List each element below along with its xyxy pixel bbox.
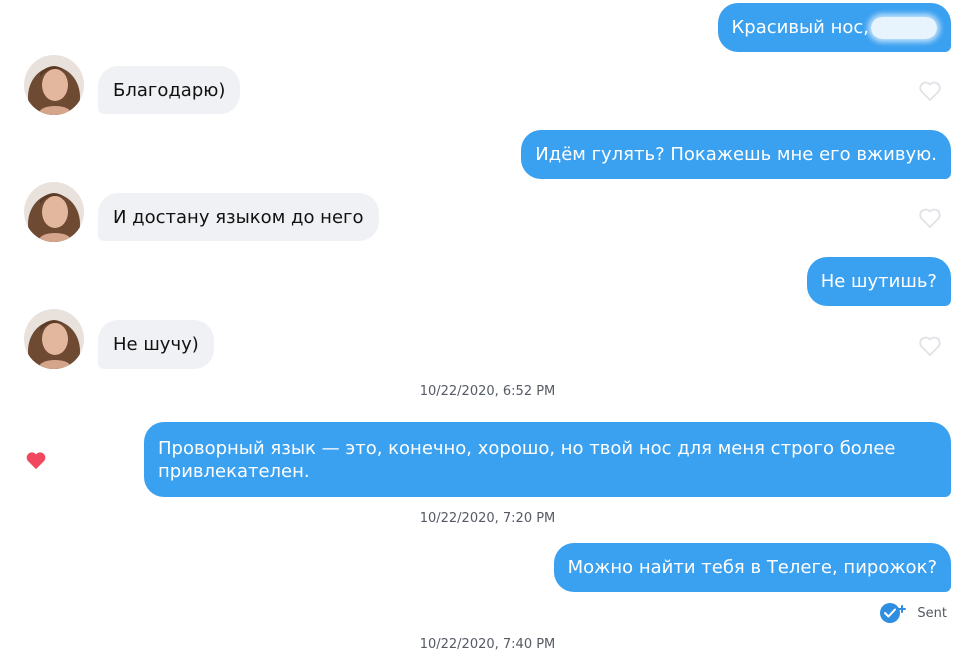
redacted-name <box>871 16 937 39</box>
avatar[interactable] <box>24 55 84 115</box>
timestamp: 10/22/2020, 7:40 PM <box>419 637 556 652</box>
message-text: И достану языком до него <box>113 206 364 228</box>
message-text: Красивый нос, <box>731 17 869 38</box>
double-check-icon <box>880 603 907 623</box>
message-outgoing[interactable]: Проворный язык — это, конечно, хорошо, н… <box>144 422 951 497</box>
message-text: Идём гулять? Покажешь мне его вживую. <box>535 144 937 165</box>
message-incoming[interactable]: Не шучу) <box>98 320 214 369</box>
heart-filled-icon[interactable] <box>25 450 47 470</box>
message-incoming[interactable]: Благодарю) <box>98 66 241 114</box>
message-text: Благодарю) <box>113 79 226 101</box>
heart-outline-icon[interactable] <box>918 80 942 102</box>
heart-outline-icon[interactable] <box>918 335 942 357</box>
message-text: Не шучу) <box>113 334 199 355</box>
avatar[interactable] <box>24 309 84 369</box>
message-outgoing[interactable]: Красивый нос, <box>717 3 951 52</box>
sent-label: Sent <box>917 605 947 621</box>
message-incoming[interactable]: И достану языком до него <box>98 193 379 241</box>
timestamp: 10/22/2020, 6:52 PM <box>419 384 556 399</box>
message-outgoing[interactable]: Идём гулять? Покажешь мне его вживую. <box>521 130 951 179</box>
heart-outline-icon[interactable] <box>918 207 942 229</box>
message-text: Можно найти тебя в Телеге, пирожок? <box>567 557 937 578</box>
message-outgoing[interactable]: Можно найти тебя в Телеге, пирожок? <box>553 543 951 592</box>
message-outgoing[interactable]: Не шутишь? <box>806 257 951 306</box>
avatar[interactable] <box>24 182 84 242</box>
timestamp: 10/22/2020, 7:20 PM <box>419 511 556 526</box>
message-text: Не шутишь? <box>820 271 937 292</box>
message-text: Проворный язык — это, конечно, хорошо, н… <box>158 437 896 482</box>
sent-status: Sent <box>879 602 947 624</box>
